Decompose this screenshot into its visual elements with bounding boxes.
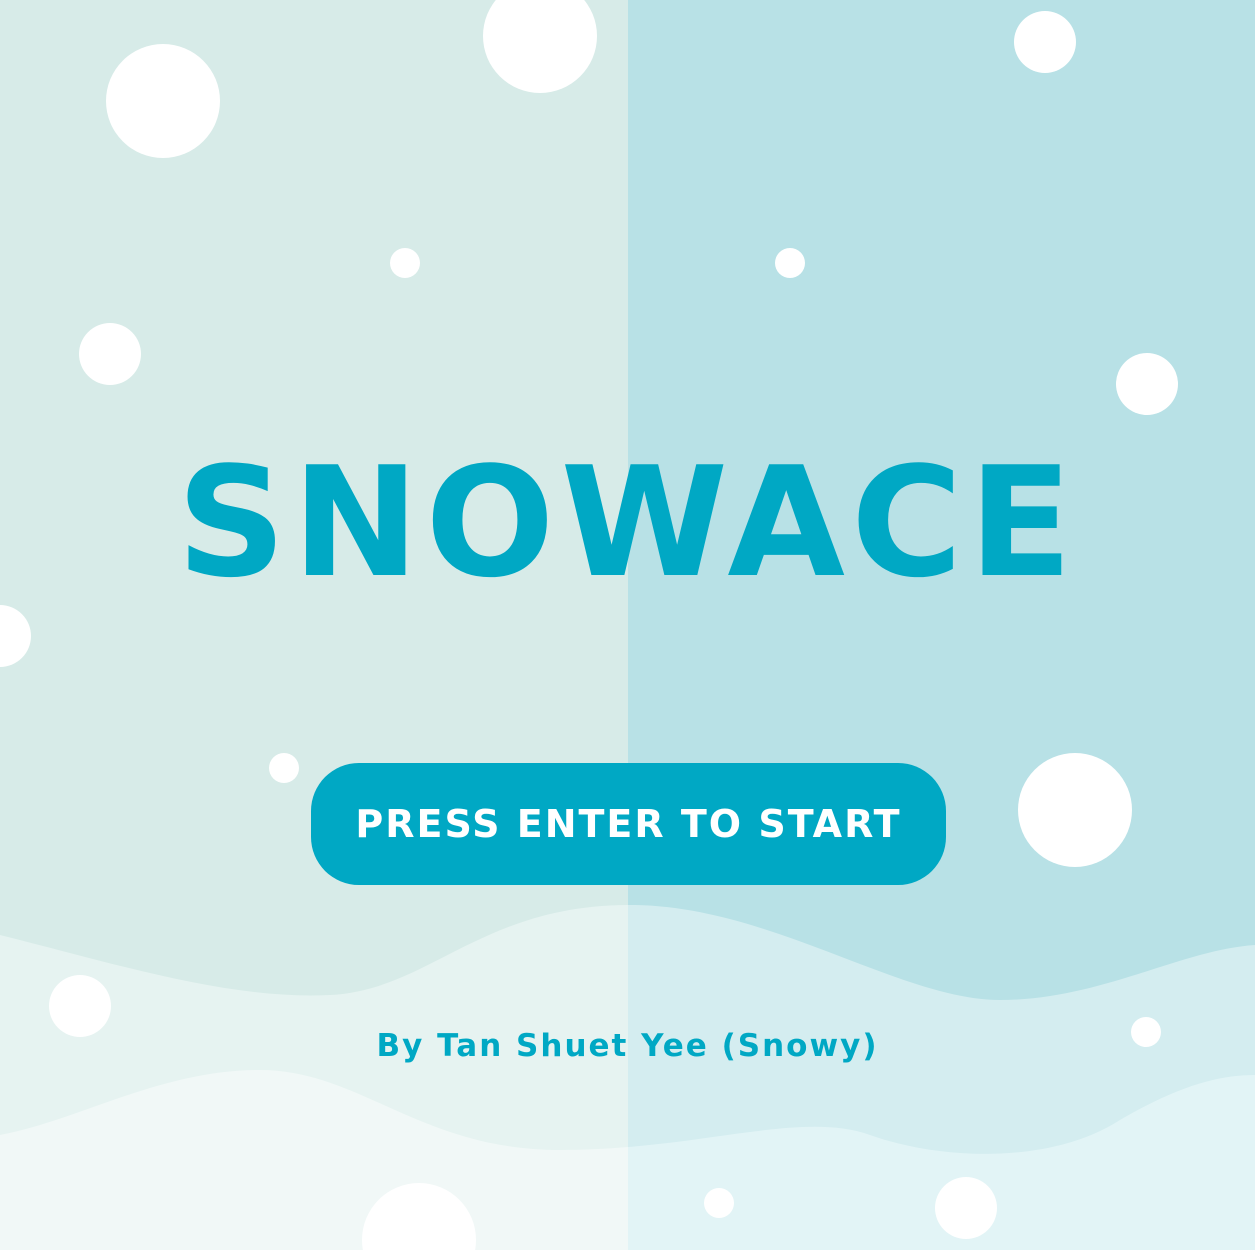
author-credit: By Tan Shuet Yee (Snowy) — [376, 1028, 879, 1064]
game-title: SNOWACE — [176, 434, 1079, 611]
snowflake — [775, 248, 805, 278]
snowflake — [390, 248, 420, 278]
snowflake — [79, 323, 141, 385]
snowflake — [935, 1177, 997, 1239]
snowflake — [1018, 753, 1132, 867]
snowflake — [704, 1188, 734, 1218]
snowflake — [106, 44, 220, 158]
snowflake — [269, 753, 299, 783]
snowflake — [1116, 353, 1178, 415]
title-screen: SNOWACE PRESS ENTER TO START By Tan Shue… — [0, 0, 1255, 1250]
start-button[interactable]: PRESS ENTER TO START — [311, 763, 946, 885]
snowflake — [1014, 11, 1076, 73]
